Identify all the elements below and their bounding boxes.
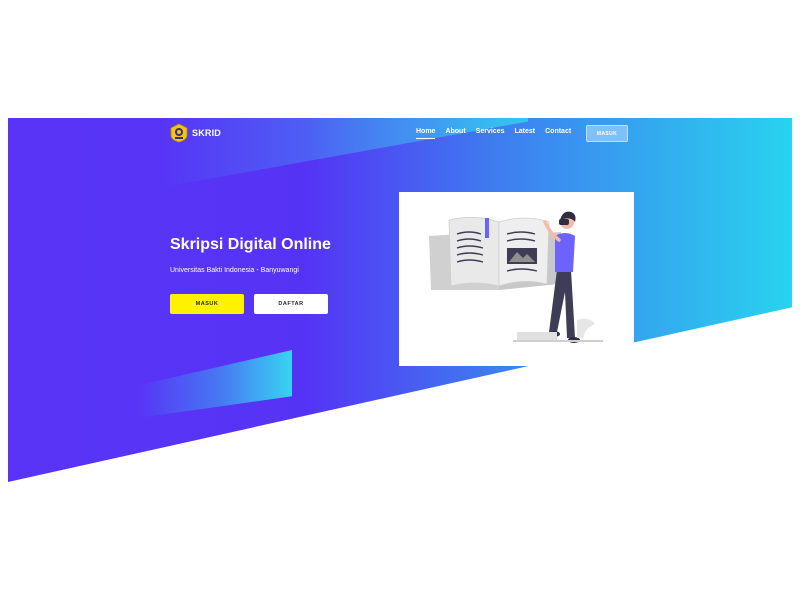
nav-home[interactable]: Home (416, 128, 436, 139)
main-nav: Home About Services Latest Contact (416, 128, 581, 139)
brand-logo[interactable]: SKRID (170, 123, 221, 143)
nav-services[interactable]: Services (476, 128, 505, 137)
nav-about[interactable]: About (445, 128, 465, 137)
brand-name: SKRID (192, 128, 222, 138)
hero-illustration (399, 192, 634, 366)
page-frame: SKRID Home About Services Latest Contact… (8, 118, 792, 482)
nav-login-button[interactable]: MASUK (586, 125, 628, 142)
nav-contact[interactable]: Contact (545, 128, 571, 137)
nav-latest[interactable]: Latest (514, 128, 535, 137)
university-emblem-icon (170, 123, 188, 143)
masuk-button[interactable]: MASUK (170, 294, 244, 314)
reading-book-illustration (429, 211, 603, 343)
hero-subtitle: Universitas Bakti Indonesia - Banyuwangi (170, 267, 299, 274)
daftar-button[interactable]: DAFTAR (254, 294, 328, 314)
hero-title: Skripsi Digital Online (170, 236, 331, 253)
